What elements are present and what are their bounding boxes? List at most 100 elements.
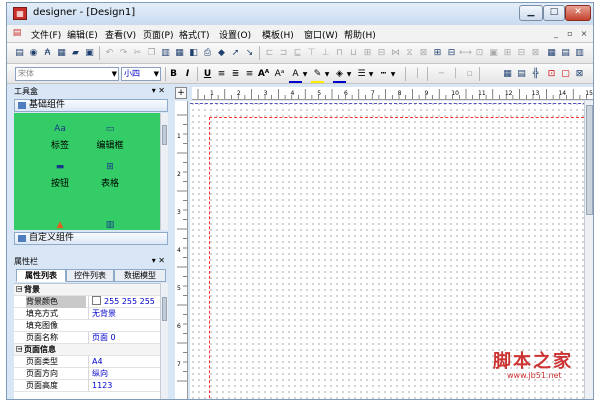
horizontal-line-icon[interactable]: ─ xyxy=(435,68,448,81)
new-file-icon[interactable]: ▤ xyxy=(13,47,26,60)
collapse-icon[interactable]: − xyxy=(16,286,23,293)
editbox-component[interactable]: ▭ 编辑框 xyxy=(90,123,130,151)
eraser-icon[interactable]: ◆ xyxy=(215,47,228,60)
property-row-page-height[interactable]: 页面高度 1123 xyxy=(14,380,160,392)
font-size-select[interactable]: 小四 ▼ xyxy=(121,67,161,81)
print-icon[interactable]: ⎙ xyxy=(201,47,214,60)
underline-button[interactable]: U xyxy=(201,68,214,81)
layout-grid-icon[interactable]: ▦ xyxy=(545,47,558,60)
tab-property-list[interactable]: 属性列表 xyxy=(16,269,66,282)
align-left-text-icon[interactable]: ≡ xyxy=(215,68,228,81)
maximize-button[interactable]: □ xyxy=(543,5,565,21)
group-icon[interactable]: ⊟ xyxy=(515,47,528,60)
border-outer-icon[interactable]: ⊡ xyxy=(545,68,558,81)
redo-icon[interactable]: ↷ xyxy=(117,47,130,60)
image-component[interactable]: ▲ xyxy=(40,219,80,230)
align-center-icon[interactable]: ⊐ xyxy=(277,47,290,60)
ungroup-icon[interactable]: ⊠ xyxy=(529,47,542,60)
menu-view[interactable]: 查看(V) xyxy=(105,28,136,41)
border-box-icon[interactable]: ▢ xyxy=(559,68,572,81)
collapse-icon[interactable]: − xyxy=(16,346,23,353)
align-middle-icon[interactable]: ⊥ xyxy=(319,47,332,60)
menu-edit[interactable]: 编辑(E) xyxy=(67,28,98,41)
table-component[interactable]: ⊞ 表格 xyxy=(90,161,130,189)
button-component[interactable]: ▬ 按钮 xyxy=(40,161,80,189)
menu-window[interactable]: 窗口(W) xyxy=(304,28,338,41)
font-grow-icon[interactable]: Aᴬ xyxy=(257,68,270,81)
lock-icon[interactable]: ⊞ xyxy=(501,47,514,60)
menu-help[interactable]: 帮助(H) xyxy=(344,28,376,41)
distribute-h-icon[interactable]: ⟷ xyxy=(459,47,472,60)
property-row-fill-mode[interactable]: 填充方式 无背景 xyxy=(14,308,160,320)
property-row-page-name[interactable]: 页面名称 页面 0 xyxy=(14,332,160,344)
report-app-icon[interactable]: ▦ xyxy=(13,7,27,20)
border-none-icon[interactable]: ▫ xyxy=(463,68,476,81)
page-setup-icon[interactable]: ▦ xyxy=(55,47,68,60)
color-swatch[interactable] xyxy=(92,296,101,305)
format-painter-icon[interactable]: ◧ xyxy=(187,47,200,60)
same-height-icon[interactable]: ⊞ xyxy=(361,47,374,60)
tab-control-list[interactable]: 控件列表 xyxy=(66,269,114,282)
insert-icon[interactable]: ▦ xyxy=(173,47,186,60)
save-icon[interactable]: ▣ xyxy=(83,47,96,60)
property-value-page-orientation[interactable]: 纵向 xyxy=(88,368,160,380)
cut-icon[interactable]: ✂ xyxy=(131,47,144,60)
undo-icon[interactable]: ↶ xyxy=(103,47,116,60)
border-all-icon[interactable]: ▤ xyxy=(515,68,528,81)
mdi-close-icon[interactable]: × xyxy=(578,28,590,40)
menu-page[interactable]: 页面(P) xyxy=(143,28,173,41)
space-horizontal-icon[interactable]: ⋈ xyxy=(389,47,402,60)
property-row-fill-image[interactable]: 填充图像 xyxy=(14,320,160,332)
same-width-icon[interactable]: ⊔ xyxy=(347,47,360,60)
show-grid-icon[interactable]: ▦ xyxy=(501,68,514,81)
chevron-down-icon[interactable]: ▼ xyxy=(345,68,353,81)
property-value-fill-mode[interactable]: 无背景 xyxy=(88,308,160,320)
same-size-icon[interactable]: ⊟ xyxy=(375,47,388,60)
bring-front-icon[interactable]: ⊠ xyxy=(417,47,430,60)
border-inner-icon[interactable]: ╬ xyxy=(529,68,542,81)
align-right-icon[interactable]: ⊑ xyxy=(291,47,304,60)
vertical-line-icon[interactable]: │ xyxy=(449,68,462,81)
font-shrink-icon[interactable]: Aᵃ xyxy=(273,68,286,81)
properties-scrollbar[interactable] xyxy=(160,283,168,399)
paste-icon[interactable]: ▥ xyxy=(159,47,172,60)
layout-cascade-icon[interactable]: ▥ xyxy=(573,47,586,60)
font-name-select[interactable]: 宋体 ▼ xyxy=(15,67,119,81)
align-left-icon[interactable]: ⊏ xyxy=(263,47,276,60)
ruler-origin-button[interactable]: + xyxy=(175,87,187,99)
canvas-scrollbar[interactable] xyxy=(584,101,593,399)
space-vertical-icon[interactable]: ⧖ xyxy=(403,47,416,60)
panel-pin-icon[interactable]: ▾ ✕ xyxy=(152,86,165,95)
find-icon[interactable]: ₳ xyxy=(41,47,54,60)
mdi-minimize-icon[interactable]: _ xyxy=(550,28,562,40)
align-bottom-icon[interactable]: ⊓ xyxy=(333,47,346,60)
basic-components-group[interactable]: 基础组件 xyxy=(14,99,168,112)
distribute-v-icon[interactable]: ⊡ xyxy=(473,47,486,60)
link-icon[interactable]: ↘ xyxy=(243,47,256,60)
menu-settings[interactable]: 设置(O) xyxy=(219,28,251,41)
chevron-down-icon[interactable]: ▼ xyxy=(323,68,331,81)
toolbox-scrollbar[interactable] xyxy=(160,113,168,230)
chevron-down-icon[interactable]: ▼ xyxy=(367,68,375,81)
menu-format[interactable]: 格式(T) xyxy=(179,28,210,41)
center-horizontal-icon[interactable]: ⊞ xyxy=(431,47,444,60)
mdi-restore-icon[interactable]: ▫ xyxy=(564,28,576,40)
title-bar[interactable]: ▦ designer - [Design1] ▁ □ ✕ xyxy=(7,3,593,25)
align-right-text-icon[interactable]: ≡ xyxy=(243,68,256,81)
panel-pin-icon[interactable]: ▾ ✕ xyxy=(152,256,165,265)
menu-file[interactable]: 文件(F) xyxy=(31,28,61,41)
pointer-icon[interactable]: ➚ xyxy=(229,47,242,60)
line-icon[interactable]: │ xyxy=(411,68,424,81)
scrollbar-thumb[interactable] xyxy=(586,105,593,215)
menu-template[interactable]: 模板(H) xyxy=(262,28,294,41)
center-vertical-icon[interactable]: ⊟ xyxy=(445,47,458,60)
border-frame-icon[interactable]: ⊠ xyxy=(573,68,586,81)
minimize-button[interactable]: ▁ xyxy=(519,5,543,21)
chart-component[interactable]: ▥ xyxy=(90,219,130,230)
scrollbar-thumb[interactable] xyxy=(162,125,167,145)
align-center-text-icon[interactable]: ≣ xyxy=(229,68,242,81)
property-row-bg-color[interactable]: 背景颜色 255 255 255 xyxy=(14,296,160,308)
copy-icon[interactable]: ❐ xyxy=(145,47,158,60)
scrollbar-thumb[interactable] xyxy=(162,297,167,321)
chevron-down-icon[interactable]: ▼ xyxy=(301,68,309,81)
